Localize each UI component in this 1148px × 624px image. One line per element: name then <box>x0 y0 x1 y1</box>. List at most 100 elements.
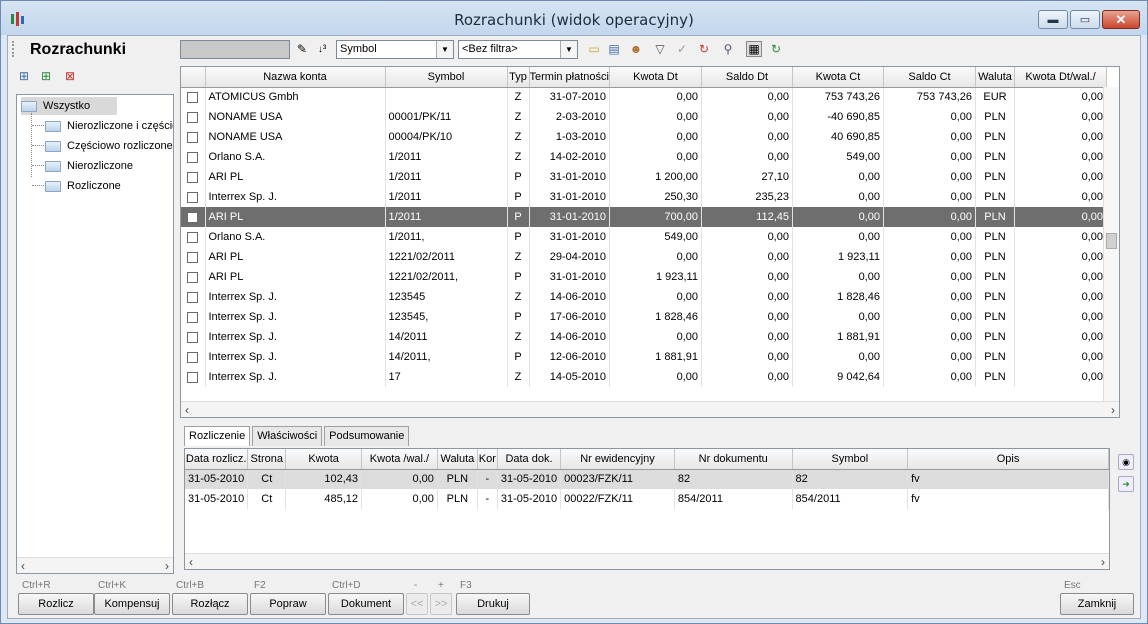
filter-select[interactable]: <Bez filtra> ▼ <box>458 40 578 59</box>
scroll-left-icon[interactable]: ‹ <box>185 403 189 417</box>
column-header[interactable]: Typ <box>507 67 530 88</box>
row-checkbox-cell[interactable] <box>181 87 206 107</box>
table-row[interactable]: ARI PL 1/2011 P 31-01-2010 700,00 112,45 0,00 0… <box>181 207 1107 227</box>
row-checkbox-cell[interactable] <box>181 147 206 167</box>
refresh-icon[interactable]: ↻ <box>768 41 784 57</box>
export-icon[interactable]: ➜ <box>1118 476 1134 492</box>
row-checkbox[interactable] <box>187 351 199 363</box>
filter-icon[interactable]: ▽ <box>652 41 668 57</box>
edit-search-icon[interactable]: ✎ <box>294 41 310 57</box>
tab-podsumowanie[interactable]: Podsumowanie <box>324 426 410 446</box>
row-checkbox[interactable] <box>187 331 199 343</box>
tree-add-sub-icon[interactable]: ⊞ <box>38 68 54 84</box>
title-bar[interactable]: Rozrachunki (widok operacyjny) ▬ ▭ ✕ <box>1 1 1147 35</box>
row-checkbox-cell[interactable] <box>181 287 206 307</box>
row-checkbox-cell[interactable] <box>181 207 206 227</box>
column-header[interactable]: Saldo Dt <box>701 67 793 88</box>
column-header[interactable]: Kwota Dt/wal./ <box>1014 67 1107 88</box>
column-header[interactable] <box>181 67 206 88</box>
zamknij-button[interactable]: Zamknij <box>1060 593 1134 615</box>
column-header[interactable]: Waluta <box>975 67 1015 88</box>
row-checkbox[interactable] <box>187 251 199 263</box>
tree-add-icon[interactable]: ⊞ <box>16 68 32 84</box>
row-checkbox-cell[interactable] <box>181 367 206 387</box>
column-header[interactable]: Nr ewidencyjny <box>560 449 675 470</box>
next-button[interactable]: >> <box>430 593 452 615</box>
column-header[interactable]: Termin płatności <box>529 67 610 88</box>
tab-rozliczenie[interactable]: Rozliczenie <box>184 426 251 446</box>
column-header[interactable]: Strona <box>247 449 287 470</box>
drukuj-button[interactable]: Drukuj <box>456 593 530 615</box>
column-header[interactable]: Nazwa konta <box>205 67 386 88</box>
row-checkbox-cell[interactable] <box>181 307 206 327</box>
grid-vscrollbar[interactable] <box>1103 87 1119 417</box>
table-row[interactable]: ARI PL 1/2011 P 31-01-2010 1 200,00 27,10 0,00… <box>181 167 1107 187</box>
column-header[interactable]: Kwota Dt <box>609 67 702 88</box>
tab-wlasciwosci[interactable]: Właściwości <box>252 426 323 446</box>
table-row[interactable]: NONAME USA 00004/PK/10 Z 1-03-2010 0,00 0,00 4… <box>181 127 1107 147</box>
column-header[interactable]: Saldo Ct <box>883 67 976 88</box>
rozlicz-button[interactable]: Rozlicz <box>18 593 94 615</box>
row-checkbox[interactable] <box>187 311 199 323</box>
table-row[interactable]: NONAME USA 00001/PK/11 Z 2-03-2010 0,00 0,00-… <box>181 107 1107 127</box>
row-checkbox[interactable] <box>187 131 199 143</box>
row-checkbox[interactable] <box>187 291 199 303</box>
close-window-button[interactable]: ✕ <box>1102 10 1140 29</box>
table-row[interactable]: ARI PL 1221/02/2011, P 31-01-2010 1 923,11 0,… <box>181 267 1107 287</box>
refresh-red-icon[interactable]: ↻ <box>696 41 712 57</box>
row-checkbox-cell[interactable] <box>181 327 206 347</box>
scroll-right-icon[interactable]: › <box>165 559 169 573</box>
sort-field-select[interactable]: Symbol ▼ <box>336 40 454 59</box>
grid-hscrollbar[interactable]: ‹ › <box>181 401 1119 417</box>
table-row[interactable]: Interrex Sp. J. 123545, P 17-06-2010 1 828,4… <box>181 307 1107 327</box>
row-checkbox-cell[interactable] <box>181 227 206 247</box>
row-checkbox-cell[interactable] <box>181 107 206 127</box>
tree-item-rozliczone[interactable]: Rozliczone <box>45 177 121 195</box>
sort-icon[interactable]: ↓³ <box>314 41 330 57</box>
row-checkbox-cell[interactable] <box>181 167 206 187</box>
table-row[interactable]: 31-05-2010 Ct 102,43 0,00 PLN -31-05-2010 0002… <box>185 469 1109 489</box>
table-row[interactable]: ARI PL 1221/02/2011 Z 29-04-2010 0,00 0,00 1 9… <box>181 247 1107 267</box>
dokument-button[interactable]: Dokument <box>328 593 404 615</box>
table-row[interactable]: Interrex Sp. J. 14/2011 Z 14-06-2010 0,00 0,0… <box>181 327 1107 347</box>
column-header[interactable]: Symbol <box>385 67 508 88</box>
maximize-button[interactable]: ▭ <box>1070 10 1100 29</box>
table-row[interactable]: Interrex Sp. J. 1/2011 P 31-01-2010 250,30 23… <box>181 187 1107 207</box>
check-icon[interactable]: ✓ <box>674 41 690 57</box>
table-row[interactable]: Orlano S.A. 1/2011, P 31-01-2010 549,00 0,00 0… <box>181 227 1107 247</box>
row-checkbox[interactable] <box>187 371 199 383</box>
row-checkbox[interactable] <box>187 271 199 283</box>
column-header[interactable]: Kwota Ct <box>792 67 884 88</box>
row-checkbox-cell[interactable] <box>181 127 206 147</box>
columns-icon[interactable]: ▦ <box>746 41 762 57</box>
column-header[interactable]: Waluta <box>437 449 478 470</box>
row-checkbox[interactable] <box>187 231 199 243</box>
prev-button[interactable]: << <box>406 593 428 615</box>
table-row[interactable]: Orlano S.A. 1/2011 Z 14-02-2010 0,00 0,00 549,… <box>181 147 1107 167</box>
chevron-down-icon[interactable]: ▼ <box>560 41 577 58</box>
row-checkbox-cell[interactable] <box>181 187 206 207</box>
scroll-right-icon[interactable]: › <box>1101 555 1105 569</box>
user-icon[interactable]: ☻ <box>628 41 644 57</box>
row-checkbox-cell[interactable] <box>181 247 206 267</box>
column-header[interactable]: Kwota <box>285 449 363 470</box>
table-row[interactable]: Interrex Sp. J. 17 Z 14-05-2010 0,00 0,00 9 04… <box>181 367 1107 387</box>
tree-hscrollbar[interactable]: ‹ › <box>17 557 173 573</box>
tree-item-root[interactable]: Wszystko <box>21 97 117 115</box>
scroll-left-icon[interactable]: ‹ <box>189 555 193 569</box>
scroll-left-icon[interactable]: ‹ <box>21 559 25 573</box>
chevron-down-icon[interactable]: ▼ <box>436 41 453 58</box>
tree-item-czesciowo[interactable]: Częściowo rozliczone <box>45 137 173 155</box>
scroll-right-icon[interactable]: › <box>1111 403 1115 417</box>
row-checkbox-cell[interactable] <box>181 347 206 367</box>
row-checkbox[interactable] <box>187 191 199 203</box>
scroll-thumb[interactable] <box>1106 233 1117 249</box>
link-icon[interactable]: ⚲ <box>720 41 736 57</box>
rozlacz-button[interactable]: Rozłącz <box>172 593 248 615</box>
settlements-hscrollbar[interactable]: ‹ › <box>185 553 1109 569</box>
kompensuj-button[interactable]: Kompensuj <box>94 593 170 615</box>
row-checkbox[interactable] <box>187 211 199 223</box>
table-row[interactable]: Interrex Sp. J. 14/2011, P 12-06-2010 1 881,… <box>181 347 1107 367</box>
column-header[interactable]: Kwota /wal./ <box>361 449 438 470</box>
column-header[interactable]: Symbol <box>792 449 909 470</box>
